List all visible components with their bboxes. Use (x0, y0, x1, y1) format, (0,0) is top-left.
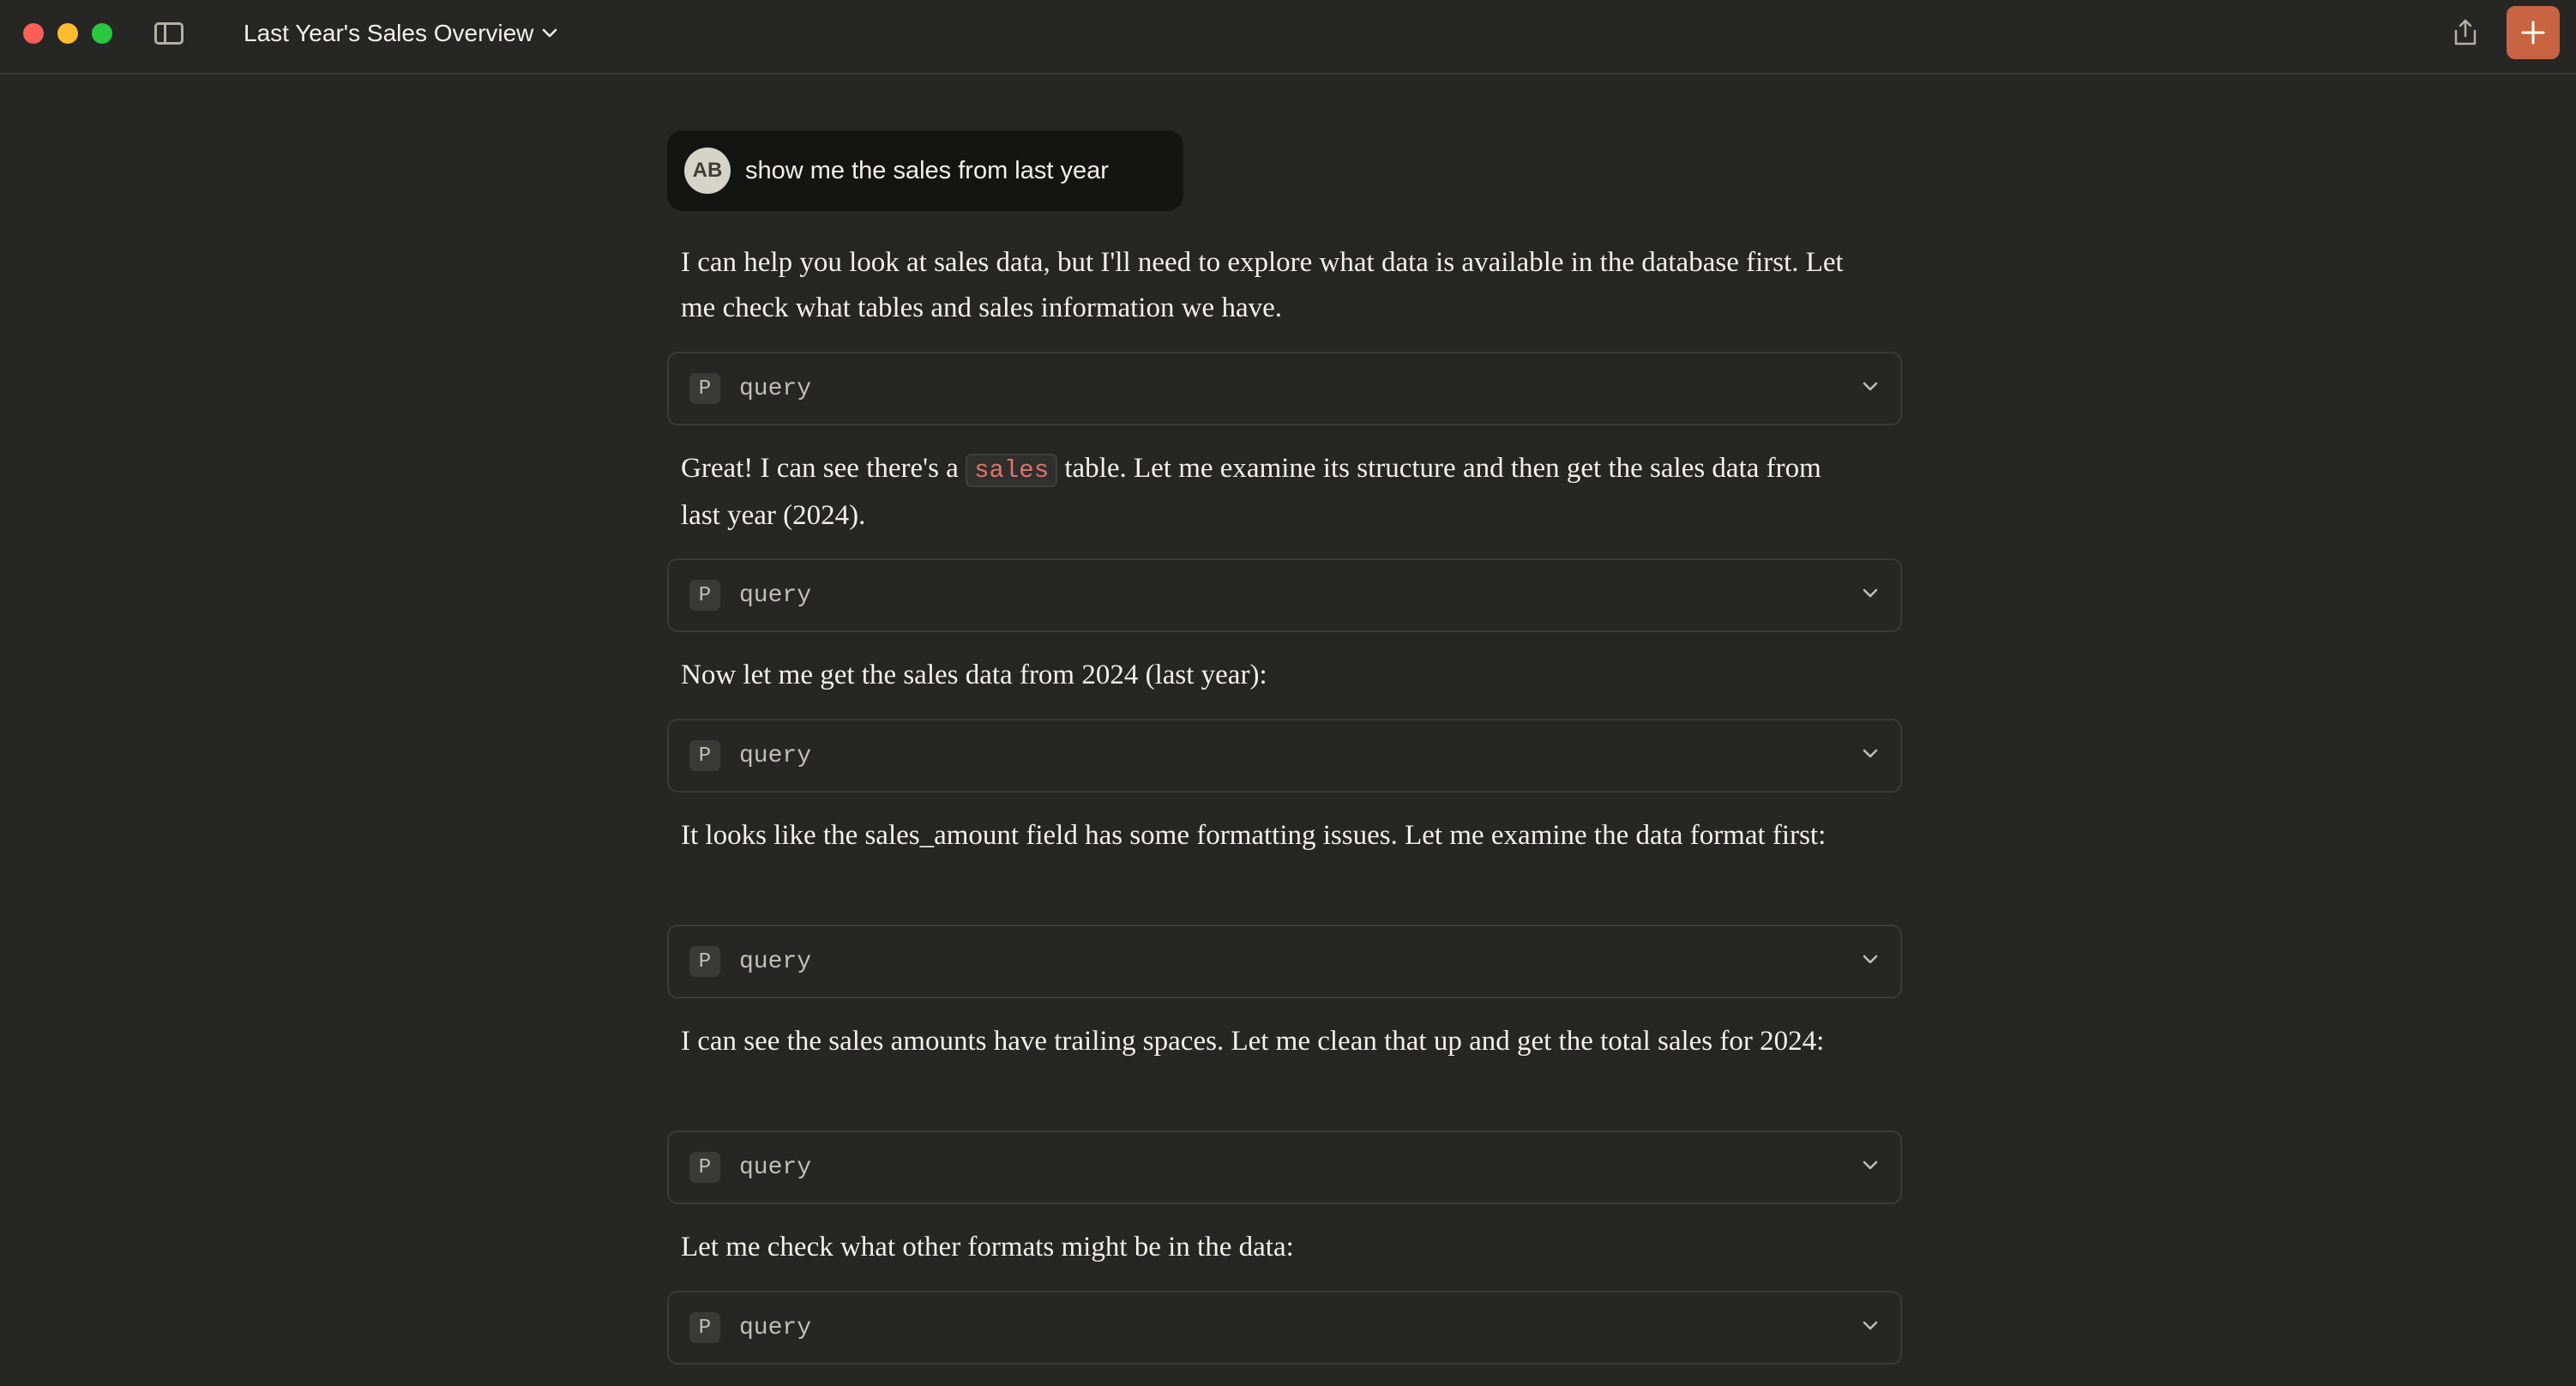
chevron-down-icon (1863, 382, 1878, 391)
chevron-down-icon (1863, 749, 1878, 758)
tool-call-label: query (739, 742, 812, 769)
chevron-down-icon (543, 28, 557, 38)
assistant-message: It looks like the sales_amount field has… (681, 820, 1827, 851)
chevron-down-icon (1863, 588, 1878, 598)
tool-icon: P (689, 580, 720, 611)
message-text: Great! I can see there's a (681, 453, 966, 484)
minimize-window-button[interactable] (57, 23, 78, 44)
tool-icon: P (689, 1152, 720, 1183)
avatar: AB (684, 148, 731, 194)
tool-call-card[interactable]: P query (667, 1130, 1902, 1204)
title-bar: Last Year's Sales Overview (0, 0, 2576, 75)
close-window-button[interactable] (23, 23, 44, 44)
assistant-message: I can help you look at sales data, but I… (681, 247, 1844, 323)
conversation-title-menu[interactable]: Last Year's Sales Overview (244, 15, 557, 51)
tool-call-card[interactable]: P query (667, 1291, 1902, 1365)
chevron-down-icon (1863, 1160, 1878, 1170)
tool-call-label: query (739, 375, 812, 402)
user-message-text: show me the sales from last year (745, 156, 1109, 184)
assistant-message: Great! I can see there's a sales table. … (681, 446, 1856, 539)
maximize-window-button[interactable] (92, 23, 112, 44)
conversation-title: Last Year's Sales Overview (244, 20, 534, 46)
chevron-down-icon (1863, 1321, 1878, 1330)
assistant-message: Let me check what other formats might be… (681, 1232, 1294, 1262)
tool-icon: P (689, 373, 720, 404)
tool-call-card[interactable]: P query (667, 352, 1902, 425)
assistant-message: Now let me get the sales data from 2024 … (681, 660, 1267, 690)
chevron-down-icon (1863, 955, 1878, 964)
tool-call-label: query (739, 1154, 812, 1181)
plus-icon (2521, 21, 2545, 45)
tool-call-label: query (739, 948, 812, 975)
user-message: AB show me the sales from last year (667, 130, 1183, 211)
inline-code: sales (966, 454, 1058, 487)
tool-call-label: query (739, 1314, 812, 1341)
tool-call-card[interactable]: P query (667, 719, 1902, 792)
tool-call-card[interactable]: P query (667, 558, 1902, 632)
new-chat-button[interactable] (2507, 6, 2560, 59)
share-icon (2454, 19, 2477, 45)
sidebar-toggle-icon[interactable] (154, 22, 184, 45)
tool-icon: P (689, 740, 720, 771)
tool-call-label: query (739, 582, 812, 609)
assistant-message: I can see the sales amounts have trailin… (681, 1026, 1825, 1057)
tool-icon: P (689, 1312, 720, 1343)
tool-icon: P (689, 946, 720, 977)
tool-call-card[interactable]: P query (667, 925, 1902, 998)
share-button[interactable] (2448, 15, 2483, 50)
